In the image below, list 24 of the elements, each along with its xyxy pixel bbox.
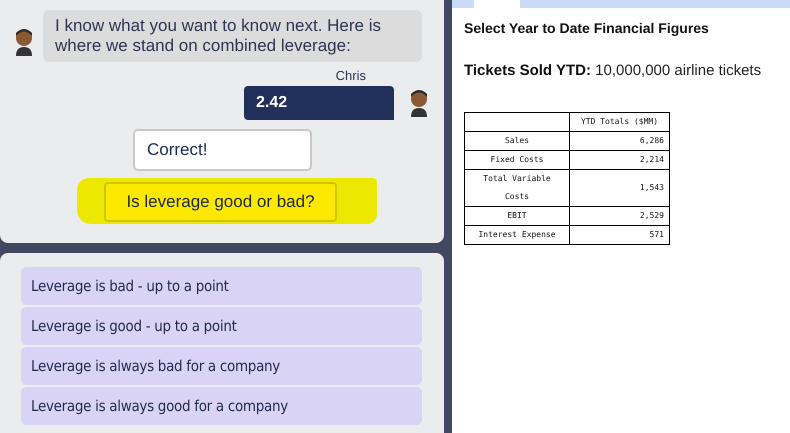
answer-option[interactable]: Leverage is good - up to a point bbox=[21, 307, 422, 345]
chat-message: I know what you want to know next. Here is where we stand on combined leverage: bbox=[43, 10, 422, 62]
question-button[interactable]: Is leverage good or bad? bbox=[104, 182, 337, 222]
chat-message: 2.42 bbox=[244, 86, 394, 120]
tickets-sold-text: Tickets Sold YTD: 10,000,000 airline tickets bbox=[464, 62, 762, 79]
avatar-icon bbox=[409, 89, 429, 117]
table-cell: Fixed Costs bbox=[464, 150, 570, 170]
avatar-icon bbox=[14, 28, 34, 56]
table-cell: 2,529 bbox=[570, 206, 670, 226]
table-header: YTD Totals ($MM) bbox=[570, 112, 670, 132]
sender-name: Chris bbox=[336, 68, 366, 83]
table-cell: 6,286 bbox=[570, 132, 670, 150]
answer-option[interactable]: Leverage is always bad for a company bbox=[21, 347, 422, 385]
panel-title: Select Year to Date Financial Figures bbox=[464, 20, 710, 36]
feedback-message: Correct! bbox=[133, 129, 312, 171]
table-cell: Interest Expense bbox=[464, 226, 570, 244]
answer-option[interactable]: Leverage is bad - up to a point bbox=[21, 267, 422, 305]
table-cell: 1,543 bbox=[570, 170, 670, 206]
table-cell: Total Variable Costs bbox=[464, 170, 570, 206]
answer-option[interactable]: Leverage is always good for a company bbox=[21, 387, 422, 425]
table-cell: 571 bbox=[570, 226, 670, 244]
table-cell: EBIT bbox=[464, 206, 570, 226]
table-cell: 2,214 bbox=[570, 150, 670, 170]
table-cell: Sales bbox=[464, 132, 570, 150]
